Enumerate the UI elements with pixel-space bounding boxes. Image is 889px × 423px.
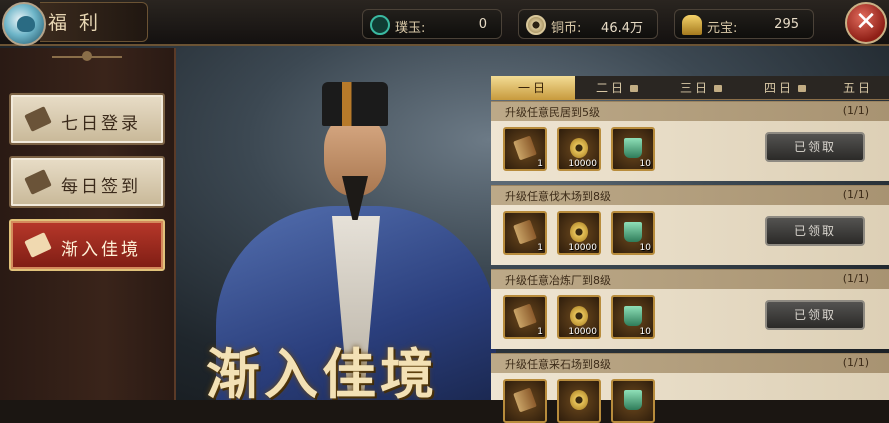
- login-calendar-icon: [24, 106, 52, 132]
- lock-icon: [630, 85, 638, 92]
- task-header: 升级任意伐木场到8级 (1/1): [491, 186, 889, 205]
- claimed-button[interactable]: 已领取: [765, 216, 865, 246]
- task-title: 升级任意民居到5级: [505, 106, 600, 119]
- claimed-button[interactable]: 已领取: [765, 300, 865, 330]
- task-header: 升级任意采石场到8级 (1/1): [491, 354, 889, 373]
- tab-day-1[interactable]: 一日: [491, 76, 575, 100]
- jade-value: 0: [478, 17, 487, 32]
- tab-label: 一日: [517, 81, 548, 95]
- reward-item[interactable]: [503, 379, 547, 423]
- jade-label: 璞玉:: [395, 21, 426, 36]
- reward-item[interactable]: 1: [503, 211, 547, 255]
- task-row: 升级任意伐木场到8级 (1/1) 1 10000 10 已领取: [491, 185, 889, 265]
- reward-qty: 1: [537, 159, 543, 169]
- sidebar-item-label: 七日登录: [61, 114, 141, 134]
- jade-resource[interactable]: 璞玉: 0: [362, 9, 502, 39]
- sidebar-ornament: [52, 51, 122, 66]
- sidebar-item-label: 每日签到: [61, 177, 141, 197]
- reward-item[interactable]: 10: [611, 295, 655, 339]
- sidebar-item-daily-checkin[interactable]: 每日签到: [9, 156, 165, 208]
- reward-qty: 10000: [568, 327, 597, 337]
- reward-qty: 10000: [568, 159, 597, 169]
- ingot-label: 元宝:: [707, 21, 738, 36]
- task-title: 升级任意冶炼厂到8级: [505, 274, 611, 287]
- scroll-icon: [513, 387, 537, 413]
- task-count: (1/1): [842, 104, 869, 117]
- tab-day-4[interactable]: 四日: [743, 76, 827, 100]
- tab-day-2[interactable]: 二日: [575, 76, 659, 100]
- hero-banner-text: 渐入佳境: [206, 342, 438, 400]
- reward-item[interactable]: 1: [503, 127, 547, 171]
- tab-label: 二日: [595, 81, 626, 95]
- lock-icon: [798, 85, 806, 92]
- jade-icon: [624, 138, 642, 158]
- scroll-icon: [24, 232, 52, 258]
- coin-icon: [570, 138, 588, 158]
- coin-icon: [570, 222, 588, 242]
- reward-item[interactable]: 10000: [557, 211, 601, 255]
- task-count: (1/1): [842, 356, 869, 369]
- jade-icon: [624, 222, 642, 242]
- reward-qty: 10: [639, 243, 651, 253]
- coin-label: 铜币:: [551, 21, 582, 36]
- task-header: 升级任意民居到5级 (1/1): [491, 102, 889, 121]
- reward-item[interactable]: [611, 379, 655, 423]
- tab-label: 三日: [679, 81, 710, 95]
- jade-icon: [624, 306, 642, 326]
- scroll-icon: [513, 303, 537, 329]
- sidebar: 七日登录 每日签到 渐入佳境: [0, 48, 176, 400]
- reward-qty: 10: [639, 327, 651, 337]
- claimed-button[interactable]: 已领取: [765, 132, 865, 162]
- task-row: 升级任意冶炼厂到8级 (1/1) 1 10000 10 已领取: [491, 269, 889, 349]
- sidebar-item-label: 渐入佳境: [61, 240, 141, 260]
- coin-icon: [526, 15, 546, 35]
- coin-resource[interactable]: 铜币: 46.4万: [518, 9, 658, 39]
- reward-qty: 10: [639, 159, 651, 169]
- reward-item[interactable]: 10000: [557, 127, 601, 171]
- top-bar: 福利 璞玉: 0 铜币: 46.4万 元宝: 295 ✕: [0, 0, 889, 46]
- tab-day-5[interactable]: 五日: [827, 76, 889, 100]
- close-button[interactable]: ✕: [845, 2, 887, 44]
- hero-illustration: 渐入佳境: [176, 46, 496, 400]
- hero-hat: [322, 82, 388, 126]
- ingot-resource[interactable]: 元宝: 295: [674, 9, 814, 39]
- tab-label: 四日: [763, 81, 794, 95]
- task-panel: 一日 二日 三日 四日 五日 升级任意民居到5级 (1/1) 1 10000 1…: [491, 76, 889, 423]
- jade-icon: [370, 15, 390, 35]
- task-count: (1/1): [842, 188, 869, 201]
- task-header: 升级任意冶炼厂到8级 (1/1): [491, 270, 889, 289]
- task-row: 升级任意采石场到8级 (1/1): [491, 353, 889, 423]
- reward-qty: 10000: [568, 243, 597, 253]
- task-count: (1/1): [842, 272, 869, 285]
- reward-item[interactable]: 1: [503, 295, 547, 339]
- ingot-icon: [682, 15, 702, 35]
- day-tabs: 一日 二日 三日 四日 五日: [491, 76, 889, 100]
- reward-item[interactable]: 10000: [557, 295, 601, 339]
- coin-icon: [570, 390, 588, 410]
- scroll-icon: [513, 219, 537, 245]
- task-row: 升级任意民居到5级 (1/1) 1 10000 10 已领取: [491, 101, 889, 181]
- coin-value: 46.4万: [601, 21, 643, 36]
- sidebar-item-progression[interactable]: 渐入佳境: [9, 219, 165, 271]
- task-title: 升级任意伐木场到8级: [505, 190, 611, 203]
- game-logo-icon[interactable]: [2, 2, 46, 46]
- sidebar-item-seven-day-login[interactable]: 七日登录: [9, 93, 165, 145]
- task-title: 升级任意采石场到8级: [505, 358, 611, 371]
- reward-item[interactable]: 10: [611, 127, 655, 171]
- scroll-icon: [513, 135, 537, 161]
- logo-emblem: [17, 16, 35, 32]
- tab-day-3[interactable]: 三日: [659, 76, 743, 100]
- reward-qty: 1: [537, 327, 543, 337]
- reward-item[interactable]: 10: [611, 211, 655, 255]
- feather-icon: [24, 169, 52, 195]
- close-icon: ✕: [855, 7, 877, 37]
- reward-qty: 1: [537, 243, 543, 253]
- page-title: 福利: [48, 12, 111, 34]
- jade-icon: [624, 390, 642, 410]
- tab-label: 五日: [842, 81, 873, 95]
- coin-icon: [570, 306, 588, 326]
- lock-icon: [714, 85, 722, 92]
- reward-item[interactable]: [557, 379, 601, 423]
- ingot-value: 295: [774, 17, 799, 32]
